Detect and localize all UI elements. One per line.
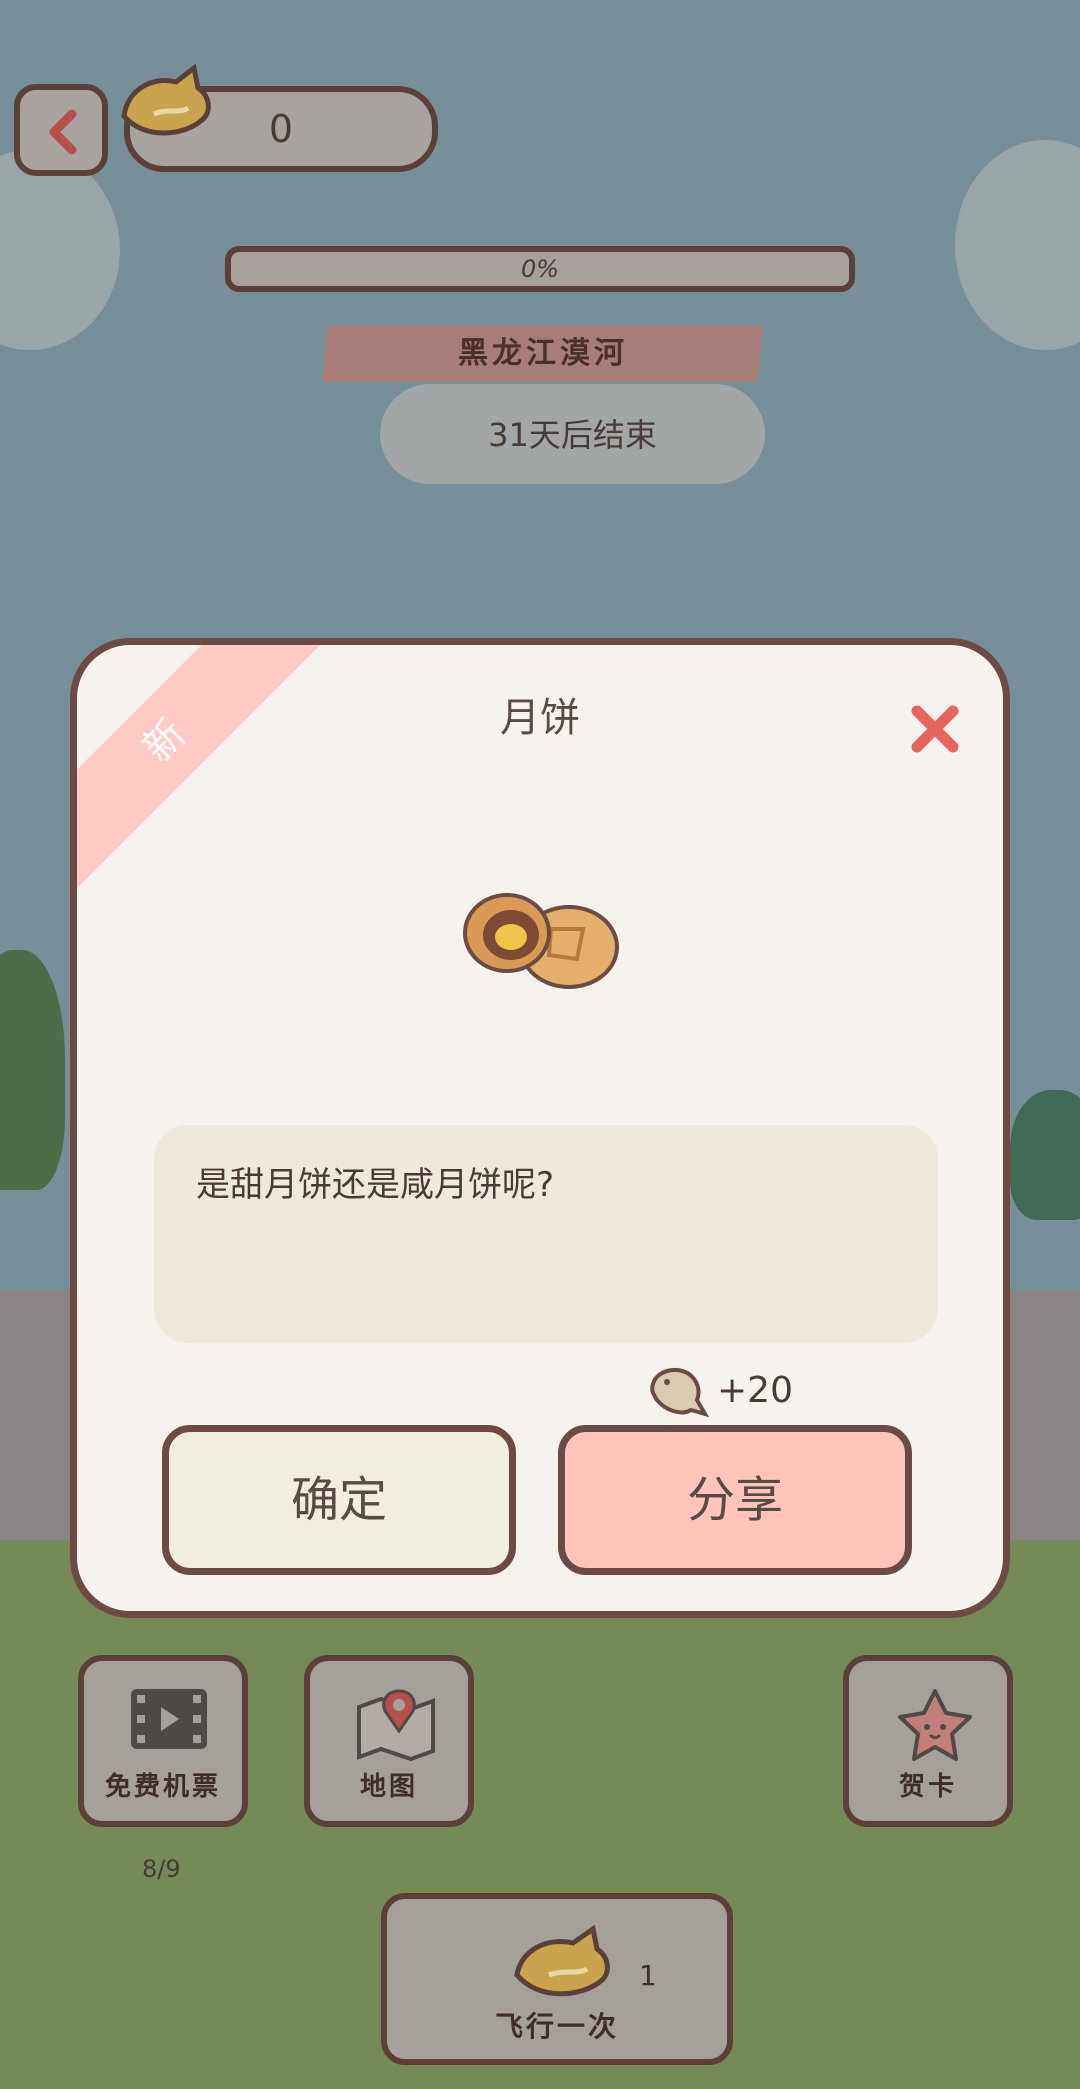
description-text: 是甜月饼还是咸月饼呢? xyxy=(196,1165,555,1205)
fly-count: 1 xyxy=(639,1959,657,1992)
reward-indicator: +20 xyxy=(647,1360,793,1420)
share-button[interactable]: 分享 xyxy=(558,1425,912,1575)
mooncake-icon xyxy=(463,893,619,989)
dialog-title: 月饼 xyxy=(500,695,580,741)
free-ticket-count: 8/9 xyxy=(142,1855,181,1883)
goldfish-icon xyxy=(121,63,211,136)
map-pin-icon xyxy=(357,1689,435,1761)
free-ticket-label: 免费机票 xyxy=(104,1772,221,1802)
map-label: 地图 xyxy=(359,1772,418,1802)
back-arrow-icon xyxy=(49,109,77,155)
reward-amount: +20 xyxy=(717,1370,793,1411)
fly-label: 飞行一次 xyxy=(494,2010,619,2043)
new-badge: 新 xyxy=(77,645,322,898)
map-button[interactable]: 地图 xyxy=(304,1655,474,1827)
confirm-label: 确定 xyxy=(290,1472,387,1528)
fly-button[interactable]: 1 飞行一次 xyxy=(381,1893,733,2065)
star-icon xyxy=(898,1689,972,1761)
confirm-button[interactable]: 确定 xyxy=(162,1425,516,1575)
location-name: 黑龙江漠河 xyxy=(457,336,628,371)
back-button[interactable] xyxy=(14,84,108,176)
goldfish-icon xyxy=(514,1924,610,1997)
card-button[interactable]: 贺卡 xyxy=(843,1655,1013,1827)
close-icon[interactable] xyxy=(907,701,963,757)
fish-icon xyxy=(650,1367,710,1418)
free-ticket-button[interactable]: 免费机票 xyxy=(78,1655,248,1827)
location-banner: 黑龙江漠河 xyxy=(322,326,763,382)
coin-count: 0 xyxy=(268,107,294,151)
share-label: 分享 xyxy=(686,1472,783,1528)
progress-bar: 0% xyxy=(225,246,855,292)
description-box: 是甜月饼还是咸月饼呢? xyxy=(154,1125,938,1343)
progress-text: 0% xyxy=(520,255,560,283)
card-label: 贺卡 xyxy=(898,1772,957,1802)
film-icon xyxy=(131,1689,207,1749)
ends-countdown: 31天后结束 xyxy=(488,416,657,454)
tree xyxy=(1010,1090,1080,1220)
item-dialog: 新 月饼 是甜月饼还是咸月饼呢? +20 确定 分享 xyxy=(70,638,1010,1618)
